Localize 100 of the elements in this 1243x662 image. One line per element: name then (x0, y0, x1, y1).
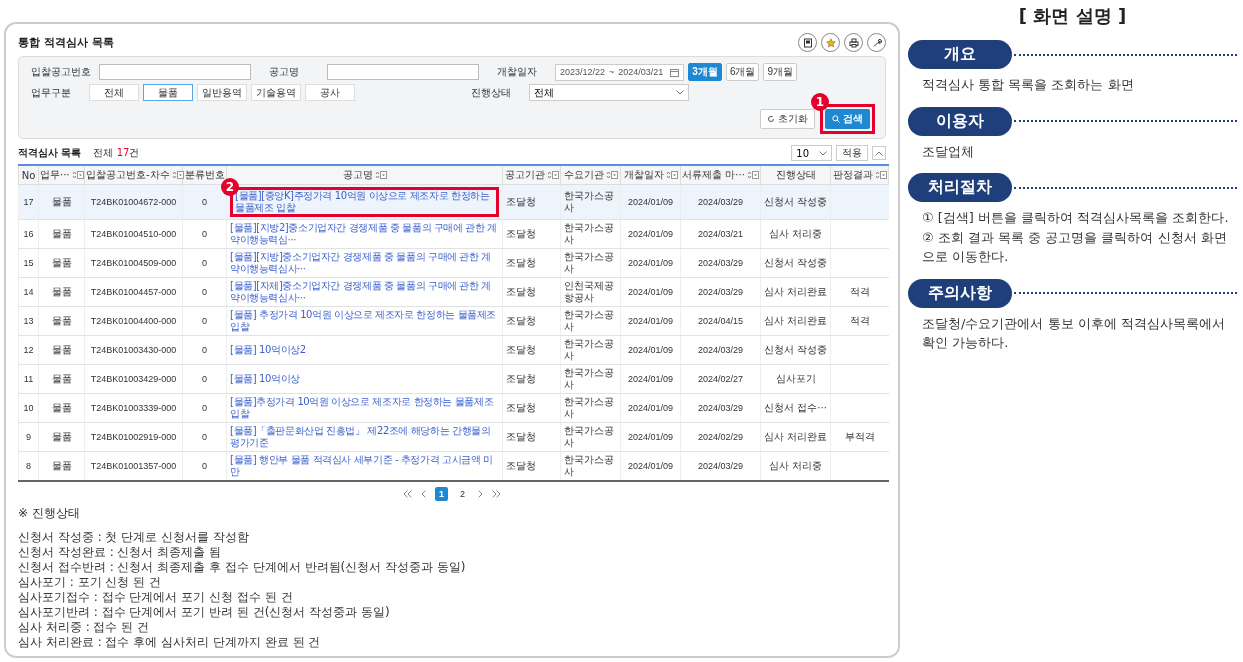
notice-link[interactable]: [물품][지방2]중소기업자간 경쟁제품 중 물품의 구매에 관한 계약이행능력심··· (230, 222, 499, 246)
table-cell: 2024/01/09 (627, 373, 673, 384)
text-field[interactable] (99, 64, 251, 81)
notice-link[interactable]: [물품]추정가격 10억원 이상으로 제조자로 한정하는 물품제조 입찰 (230, 396, 499, 420)
category-button[interactable]: 기술용역 (251, 84, 301, 102)
status-note: 심사 처리중 : 접수 된 건 (18, 620, 151, 635)
callout-badge: 1 (811, 93, 829, 112)
table-cell: 심사 처리완료 (764, 315, 828, 326)
table-cell: 0 (202, 344, 207, 355)
notice-link[interactable]: [물품]「출판문화산업 진흥법」 제22조에 해당하는 간행물의 평가기준 (230, 425, 499, 449)
table-cell: 물품 (51, 402, 72, 413)
category-button[interactable]: 물품 (143, 84, 193, 102)
status-note: 신청서 작성완료 : 신청서 최종제출 됨 (18, 545, 223, 560)
table-cell: 신청서 작성중 (764, 196, 828, 207)
table-cell: 조달청 (506, 402, 536, 413)
table-cell: 조달청 (506, 228, 536, 239)
table-cell: 2024/01/09 (627, 257, 673, 268)
description-title: [ 화면 설명 ] (1017, 4, 1128, 28)
column-header[interactable]: No (18, 165, 39, 185)
date-range-field[interactable]: 2023/12/22 ~ 2024/03/21 (555, 63, 685, 81)
reset-button[interactable]: 초기화 (760, 109, 815, 130)
column-header[interactable]: 수요기관 (560, 165, 621, 185)
manual-icon[interactable] (798, 33, 817, 53)
table-cell: 심사포기 (775, 373, 816, 384)
category-button[interactable]: 전체 (89, 84, 139, 102)
page-button[interactable]: 1 (435, 487, 448, 501)
notice-link[interactable]: [물품] 10억이상2 (230, 344, 499, 356)
table-cell: T24BK01004510-000 (90, 228, 177, 239)
sort-icon[interactable] (71, 171, 84, 179)
first-page-icon[interactable] (403, 490, 413, 498)
previous-page-icon[interactable] (421, 490, 427, 498)
table-cell: 2024/03/29 (697, 402, 743, 413)
table-cell: 신청서 작성중 (764, 257, 828, 268)
table-cell: 조달청 (506, 460, 536, 471)
category-button[interactable]: 공사 (305, 84, 355, 102)
table-cell: 부적격 (844, 431, 875, 442)
table-cell: 한국가스공사 (564, 309, 614, 332)
table-cell: T24BK01003339-000 (90, 402, 177, 413)
table-cell: 0 (202, 286, 207, 297)
column-header[interactable]: 판정결과 (830, 165, 889, 185)
text-field[interactable] (327, 64, 479, 81)
column-header[interactable]: 진행상태 (760, 165, 831, 185)
notice-link[interactable]: [물품][자체]중소기업자간 경쟁제품 중 물품의 구매에 관한 계약이행능력심사··· (230, 280, 499, 304)
field-label: 입찰공고번호 (31, 65, 91, 80)
sort-icon[interactable] (746, 171, 759, 179)
category-button[interactable]: 일반용역 (197, 84, 247, 102)
sort-icon[interactable] (374, 171, 387, 179)
column-header[interactable]: 분류번호 (182, 165, 227, 185)
collapse-button[interactable] (872, 146, 886, 161)
notice-link[interactable]: [물품] 행안부 물품 적격심사 세부기준 - 추정가격 고시금액 미만 (230, 454, 499, 478)
table-cell: 0 (202, 431, 207, 442)
table-cell: 2024/03/29 (697, 257, 743, 268)
sort-icon[interactable] (605, 171, 618, 179)
table-cell: 17 (23, 196, 34, 207)
table-cell: 2024/01/09 (627, 315, 673, 326)
section-heading: 처리절차 (908, 173, 1012, 202)
table-cell: 신청서 작성중 (764, 344, 828, 355)
table-cell: 적격 (849, 315, 870, 326)
table-cell: 2024/03/29 (697, 344, 743, 355)
section-text: ① [검색] 버튼을 클릭하여 적격심사목록을 조회한다. (921, 209, 1230, 227)
notice-link[interactable]: [물품] 추정가격 10억원 이상으로 제조자로 한정하는 물품제조 입찰 (230, 309, 499, 333)
calendar-icon[interactable] (670, 67, 680, 77)
print-icon[interactable] (844, 33, 863, 53)
wrench-icon[interactable] (867, 33, 886, 53)
table-cell: 물품 (51, 286, 72, 297)
period-button[interactable]: 3개월 (688, 63, 722, 82)
notice-link[interactable]: [물품] 10억이상 (230, 373, 499, 385)
table-cell: T24BK01003429-000 (90, 373, 177, 384)
column-header[interactable]: 개찰일자 (620, 165, 681, 185)
sort-icon[interactable] (171, 171, 184, 179)
column-header[interactable]: 입찰공고번호-차수 (84, 165, 183, 185)
table-cell: 2024/01/09 (627, 402, 673, 413)
table-cell: 심사 처리완료 (764, 431, 828, 442)
period-button[interactable]: 6개월 (725, 63, 760, 82)
field-label: 개찰일자 (497, 65, 538, 80)
apply-button[interactable]: 적용 (836, 145, 868, 162)
sort-icon[interactable] (874, 171, 887, 179)
sort-icon[interactable] (546, 171, 559, 179)
table-cell: 적격 (849, 286, 870, 297)
sort-icon[interactable] (665, 171, 678, 179)
last-page-icon[interactable] (491, 490, 501, 498)
search-button[interactable]: 검색 (825, 109, 870, 130)
page-size-select[interactable]: 10 (791, 145, 832, 162)
column-header[interactable]: 공고기관 (502, 165, 561, 185)
table-cell: 조달청 (506, 315, 536, 326)
next-page-icon[interactable] (477, 490, 483, 498)
notice-link[interactable]: [물품][지방]중소기업자간 경쟁제품 중 물품의 구매에 관한 계약이행능력심사··· (230, 251, 499, 275)
status-select[interactable]: 전체 (529, 84, 689, 102)
table-cell: 8 (26, 460, 31, 471)
table-cell: 물품 (51, 460, 72, 471)
table-cell: 조달청 (506, 196, 536, 207)
period-button[interactable]: 9개월 (763, 63, 798, 82)
table-cell: 물품 (51, 431, 72, 442)
table-cell: 물품 (51, 257, 72, 268)
status-note: 신청서 작성중 : 첫 단계로 신청서를 작성함 (18, 530, 250, 545)
column-header[interactable]: 업무··· (38, 165, 85, 185)
table-cell: 11 (23, 373, 34, 384)
field-label: 진행상태 (471, 85, 512, 100)
column-header[interactable]: 서류제출 마··· (680, 165, 761, 185)
table-cell: 2024/01/09 (627, 431, 673, 442)
